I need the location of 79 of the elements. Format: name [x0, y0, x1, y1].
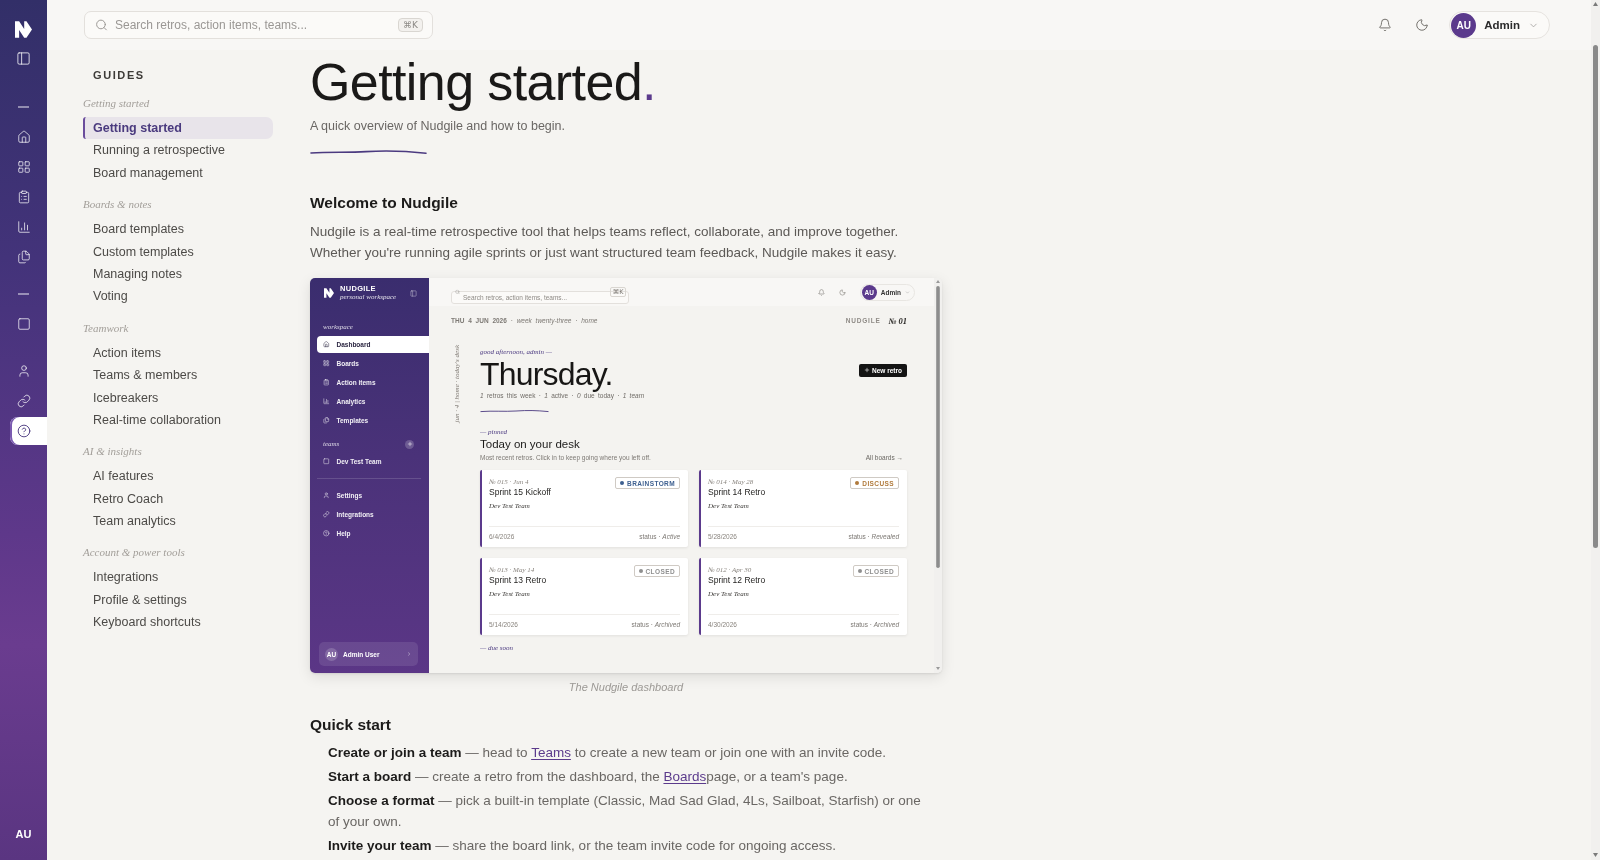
- section-heading: Quick start: [310, 715, 392, 735]
- guide-link[interactable]: Board templates: [83, 218, 273, 241]
- moon-icon: [1415, 18, 1430, 32]
- search-icon: [95, 18, 108, 32]
- link-icon: [323, 511, 330, 518]
- link-icon: [16, 394, 31, 408]
- guides-heading: GUIDES: [92, 68, 146, 83]
- section-label: Teamwork: [83, 320, 130, 336]
- guide-link[interactable]: Icebreakers: [83, 386, 273, 409]
- help-icon: [16, 424, 31, 438]
- card-title: Sprint 13 Retro: [489, 575, 547, 586]
- page-title: Getting started.: [310, 52, 657, 112]
- bell-icon: [1378, 18, 1393, 32]
- guide-link[interactable]: Custom templates: [83, 240, 273, 263]
- guide-link[interactable]: Keyboard shortcuts: [83, 611, 273, 634]
- figure-caption: The Nudgile dashboard: [567, 680, 685, 694]
- clipboard-icon: [323, 379, 330, 386]
- grid-icon: [323, 360, 330, 367]
- user-menu-button[interactable]: AU Admin: [1449, 11, 1550, 39]
- guide-link[interactable]: AI features: [83, 465, 273, 488]
- keyboard-shortcut: ⌘K: [398, 18, 423, 32]
- panel-icon: [16, 50, 31, 66]
- section-label: Boards & notes: [83, 197, 153, 213]
- logo-icon[interactable]: [15, 21, 32, 38]
- files-icon: [16, 250, 31, 264]
- text-link[interactable]: Boards: [663, 769, 707, 784]
- bar-chart-icon: [16, 220, 31, 234]
- guide-link[interactable]: Real-time collaboration: [83, 408, 273, 432]
- person-icon: [323, 492, 330, 499]
- step-text: Start a board — create a retro from the dashboard, the Boardspage, or a team's page.: [328, 768, 849, 786]
- guide-link[interactable]: Voting: [83, 285, 273, 308]
- step-text: Invite your team — share the board link, or the team invite code for ongoing access.: [328, 837, 838, 855]
- step-text: Choose a format — pick a built-in template (Classic, Mad Sad Glad, 4Ls, Sailboat, Starfish) or one of your own.: [328, 792, 922, 831]
- intro-paragraph: Nudgile is a real-time retrospective tool that helps teams reflect, collaborate, and improve together. Whether you're running agile sprints or just want structured team feedback, Nudgile makes it easy.: [310, 223, 900, 262]
- card-title: Sprint 14 Retro: [708, 487, 766, 498]
- guide-link[interactable]: Team analytics: [83, 510, 273, 533]
- section-label: Account & power tools: [83, 545, 186, 561]
- step-text: Create or join a team — head to Teams to create a new team or join one with an invite code.: [328, 744, 888, 762]
- guide-link[interactable]: Teams & members: [83, 364, 273, 387]
- guide-link[interactable]: Profile & settings: [83, 588, 273, 612]
- home-icon: [16, 130, 31, 144]
- grid-icon: [16, 160, 31, 174]
- guide-link[interactable]: Action items: [83, 341, 273, 365]
- files-icon: [323, 417, 330, 424]
- page-subtitle: A quick overview of Nudgile and how to begin.: [310, 118, 567, 135]
- guide-link[interactable]: Managing notes: [83, 262, 273, 286]
- guide-link[interactable]: Retro Coach: [83, 487, 273, 511]
- section-heading: Welcome to Nudgile: [310, 193, 459, 213]
- section-title: Today on your desk: [480, 438, 581, 451]
- user-initials[interactable]: AU: [11, 825, 36, 843]
- scrollbar[interactable]: [934, 278, 942, 673]
- plus-icon: [864, 367, 870, 373]
- card-title: Sprint 12 Retro: [708, 575, 766, 586]
- clipboard-icon: [16, 190, 31, 204]
- square-icon: [16, 317, 31, 331]
- search-icon: [455, 289, 460, 295]
- bar-chart-icon: [323, 398, 330, 405]
- card-title: Sprint 15 Kickoff: [489, 487, 551, 498]
- home-icon: [323, 341, 330, 348]
- section-label: AI & insights: [83, 444, 143, 460]
- scrollbar[interactable]: [1591, 0, 1600, 860]
- add-team-button[interactable]: [405, 439, 414, 449]
- person-icon: [16, 364, 31, 378]
- rail-nav-button[interactable]: [10, 417, 47, 445]
- chevron-right-icon: [406, 651, 412, 657]
- wavy-line-decoration: [480, 409, 549, 413]
- guide-link[interactable]: Board management: [83, 161, 273, 185]
- section-label: Getting started: [83, 96, 151, 111]
- guide-link[interactable]: Getting started: [83, 117, 273, 140]
- guide-link[interactable]: Integrations: [83, 566, 273, 589]
- help-icon: [323, 530, 330, 537]
- guide-link[interactable]: Running a retrospective: [83, 139, 273, 162]
- plus-icon: [406, 441, 413, 447]
- panel-icon[interactable]: [410, 289, 417, 297]
- user-avatar: AU: [1451, 12, 1477, 38]
- logo-icon: [324, 288, 334, 298]
- chevron-down-icon: [905, 289, 910, 295]
- text-link[interactable]: Teams: [531, 745, 571, 760]
- issue-number: № 01: [888, 315, 907, 326]
